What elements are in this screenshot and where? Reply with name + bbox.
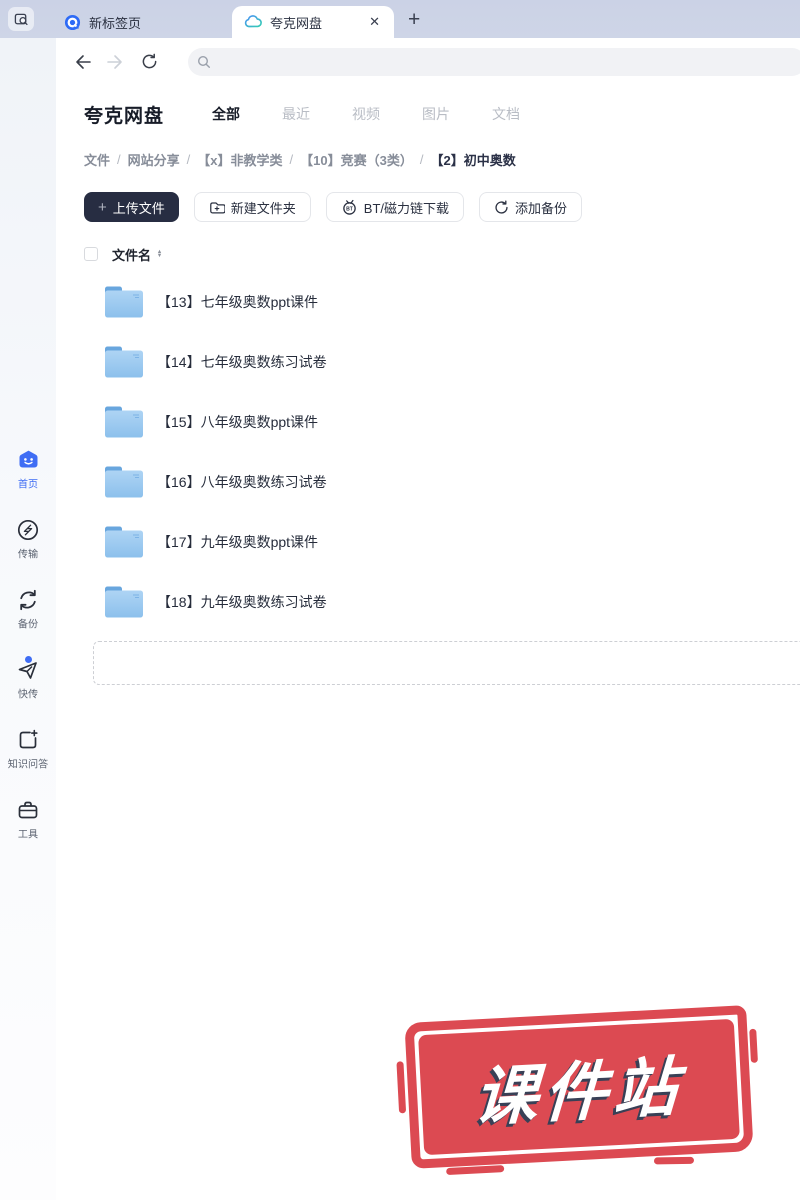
notification-dot <box>25 656 32 663</box>
folder-row[interactable]: 【16】八年级奥数练习试卷 <box>84 452 800 512</box>
search-icon <box>197 55 211 69</box>
tab-close-icon[interactable]: ✕ <box>367 14 382 30</box>
folder-row[interactable]: 【18】九年级奥数练习试卷 <box>84 572 800 632</box>
sidebar-item-knowledge-qa[interactable]: 知识问答 <box>6 728 50 772</box>
breadcrumb-separator: / <box>187 152 191 167</box>
browser-tab-bar: 新标签页 夸克网盘 ✕ + <box>0 0 800 38</box>
folder-name[interactable]: 【15】八年级奥数ppt课件 <box>157 412 318 432</box>
back-button[interactable] <box>68 54 98 70</box>
sidebar-item-home[interactable]: 首页 <box>16 448 41 492</box>
new-folder-button[interactable]: 新建文件夹 <box>194 192 311 222</box>
folder-name[interactable]: 【14】七年级奥数练习试卷 <box>157 352 327 372</box>
reload-icon <box>141 53 158 70</box>
folder-icon <box>104 525 144 559</box>
sidebar-item-tools[interactable]: 工具 <box>16 798 40 842</box>
back-arrow-icon <box>74 54 92 70</box>
folder-row[interactable]: 【17】九年级奥数ppt课件 <box>84 512 800 572</box>
bt-download-icon: BT <box>341 199 358 215</box>
knowledge-box-icon <box>16 728 40 752</box>
new-folder-label: 新建文件夹 <box>231 198 296 217</box>
sidebar-item-backup[interactable]: 备份 <box>16 588 40 632</box>
add-backup-icon <box>494 200 509 215</box>
folder-row[interactable]: 【15】八年级奥数ppt课件 <box>84 392 800 452</box>
upload-drop-zone[interactable] <box>93 641 800 685</box>
toolbox-icon <box>16 798 40 822</box>
folder-name[interactable]: 【13】七年级奥数ppt课件 <box>157 292 318 312</box>
view-tabs: 全部 最近 视频 图片 文档 <box>212 104 520 124</box>
sort-down-icon: ▼ <box>157 254 163 257</box>
address-search-bar[interactable] <box>188 48 800 76</box>
folder-row[interactable]: 【14】七年级奥数练习试卷 <box>84 332 800 392</box>
tab-docs[interactable]: 文档 <box>492 104 520 124</box>
breadcrumb-item[interactable]: 【10】竞赛（3类） <box>300 150 413 169</box>
select-all-checkbox[interactable] <box>84 247 98 261</box>
sidebar-item-label: 备份 <box>18 617 38 632</box>
sidebar-item-transfer[interactable]: 传输 <box>16 518 40 562</box>
tab-recent[interactable]: 最近 <box>282 104 310 124</box>
folder-name[interactable]: 【18】九年级奥数练习试卷 <box>157 592 327 612</box>
sidebar-item-label: 首页 <box>18 477 38 492</box>
tab-label: 夸克网盘 <box>270 13 359 32</box>
file-list: 【13】七年级奥数ppt课件 【14】七年级奥数练习试卷 <box>84 272 800 632</box>
folder-icon <box>104 465 144 499</box>
new-folder-icon <box>209 200 225 215</box>
folder-name[interactable]: 【17】九年级奥数ppt课件 <box>157 532 318 552</box>
sidebar-item-quick-send[interactable]: 快传 <box>16 658 40 702</box>
folder-name[interactable]: 【16】八年级奥数练习试卷 <box>157 472 327 492</box>
browser-tab-newtab[interactable]: 新标签页 <box>52 6 202 38</box>
tab-label: 新标签页 <box>89 13 190 32</box>
tab-all[interactable]: 全部 <box>212 104 240 124</box>
new-tab-button[interactable]: + <box>408 10 420 30</box>
breadcrumb-item[interactable]: 【x】非教学类 <box>197 150 282 169</box>
browser-tab-quark-drive[interactable]: 夸克网盘 ✕ <box>232 6 394 38</box>
add-backup-button[interactable]: 添加备份 <box>479 192 582 222</box>
svg-text:BT: BT <box>346 207 354 213</box>
page-title: 夸克网盘 <box>84 101 164 128</box>
folder-icon <box>104 585 144 619</box>
transfer-icon <box>16 518 40 542</box>
sidebar-item-label: 快传 <box>18 687 38 702</box>
tab-search-button[interactable] <box>8 7 34 31</box>
add-backup-label: 添加备份 <box>515 198 567 217</box>
reload-button[interactable] <box>134 53 164 70</box>
folder-icon <box>104 345 144 379</box>
quark-browser-icon <box>64 14 81 31</box>
forward-button[interactable] <box>100 54 130 70</box>
breadcrumb-current: 【2】初中奥数 <box>430 150 515 169</box>
tab-videos[interactable]: 视频 <box>352 104 380 124</box>
folder-icon <box>104 405 144 439</box>
tab-images[interactable]: 图片 <box>422 104 450 124</box>
search-input[interactable] <box>217 54 800 69</box>
upload-file-label: 上传文件 <box>113 198 165 217</box>
bt-magnet-download-button[interactable]: BT BT/磁力链下载 <box>326 192 464 222</box>
drive-content: 夸克网盘 全部 最近 视频 图片 文档 文件 / 网站分享 / 【x】非教学类 … <box>56 85 800 685</box>
folder-row[interactable]: 【13】七年级奥数ppt课件 <box>84 272 800 332</box>
tab-search-icon <box>14 12 29 27</box>
upload-file-button[interactable]: + 上传文件 <box>84 192 179 222</box>
forward-arrow-icon <box>106 54 124 70</box>
browser-toolbar <box>56 38 800 85</box>
app-sidebar: 首页 传输 备份 <box>0 38 56 1200</box>
backup-sync-icon <box>16 588 40 612</box>
sidebar-item-label: 传输 <box>18 547 38 562</box>
breadcrumb-separator: / <box>420 152 424 167</box>
quark-drive-cloud-icon <box>244 15 262 29</box>
action-bar: + 上传文件 新建文件夹 BT BT/磁力链下载 <box>84 192 800 222</box>
breadcrumb-item[interactable]: 网站分享 <box>128 150 180 169</box>
bt-download-label: BT/磁力链下载 <box>364 198 449 217</box>
home-smiley-icon <box>16 448 41 472</box>
sidebar-item-label: 工具 <box>18 827 38 842</box>
sidebar-item-label: 知识问答 <box>8 757 48 772</box>
breadcrumb-item[interactable]: 文件 <box>84 150 110 169</box>
breadcrumb-separator: / <box>290 152 294 167</box>
breadcrumb: 文件 / 网站分享 / 【x】非教学类 / 【10】竞赛（3类） / 【2】初中… <box>84 150 800 168</box>
folder-icon <box>104 285 144 319</box>
file-list-header: 文件名 ▲ ▼ <box>84 246 800 262</box>
plus-icon: + <box>98 199 107 216</box>
sort-toggle[interactable]: ▲ ▼ <box>156 250 163 258</box>
breadcrumb-separator: / <box>117 152 121 167</box>
filename-column-header: 文件名 <box>112 245 151 264</box>
